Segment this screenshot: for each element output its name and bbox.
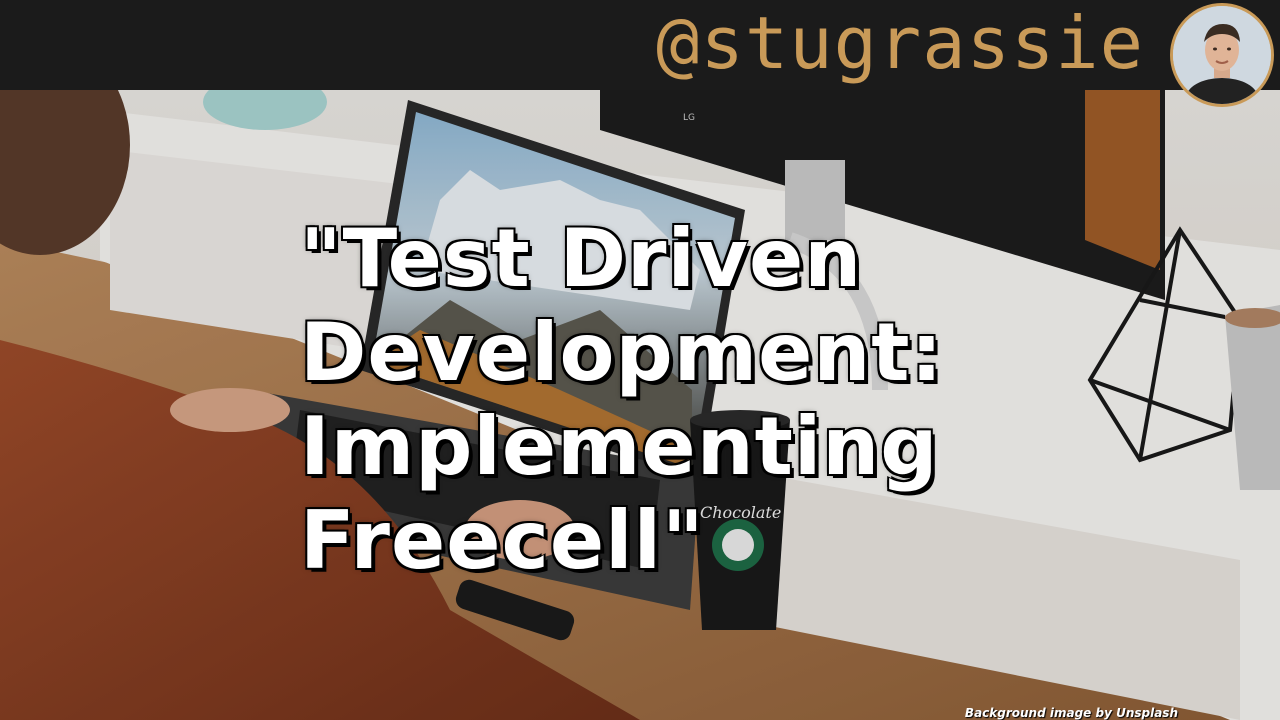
title-line: Development: bbox=[300, 306, 944, 399]
title-line: Implementing bbox=[300, 400, 939, 493]
author-handle: @stugrassie bbox=[656, 1, 1144, 85]
title-line: Freecell" bbox=[300, 494, 705, 587]
profile-photo-icon bbox=[1173, 6, 1271, 104]
slide-title: "Test Driven Development: Implementing F… bbox=[300, 212, 944, 588]
title-line: "Test Driven bbox=[300, 212, 863, 305]
top-banner: @stugrassie bbox=[0, 0, 1280, 107]
image-credit: Background image by Unsplash bbox=[964, 706, 1178, 720]
avatar bbox=[1170, 3, 1274, 107]
